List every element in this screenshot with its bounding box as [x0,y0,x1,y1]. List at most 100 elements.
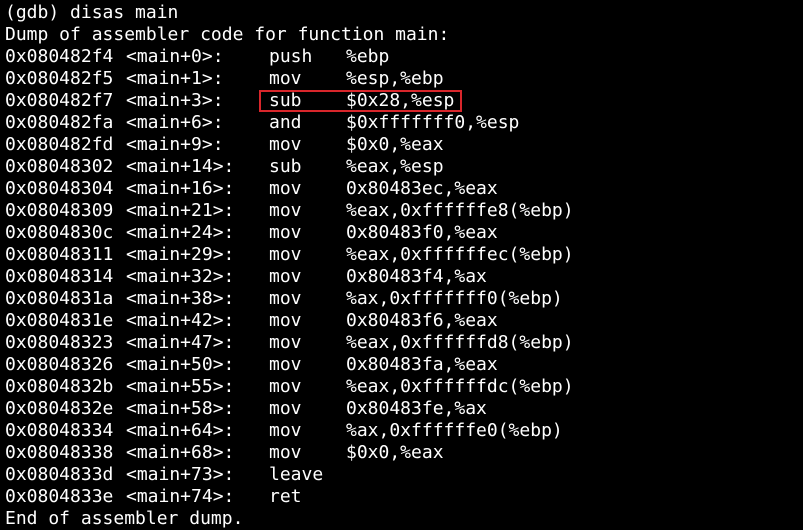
instruction-operands: $0xfffffff0,%esp [346,112,520,133]
instruction-operands: %eax,0xffffffdc(%ebp) [346,376,574,397]
instruction-operands: %ebp [346,46,390,67]
instruction-symbol: <main+21>: [126,200,235,221]
instruction-row: 0x08048302 <main+14>: sub %eax,%esp [5,156,795,178]
instruction-row: 0x08048309 <main+21>: mov %eax,0xffffffe8(%… [5,200,795,222]
instruction-row: 0x08048338 <main+68>: mov $0x0,%eax [5,442,795,464]
instruction-row: 0x080482f7 <main+3>: sub $0x28,%esp [5,90,795,112]
gdb-command-line: (gdb) disas main [5,2,179,23]
instruction-mnemonic: mov [269,288,302,309]
instruction-symbol: <main+16>: [126,178,235,199]
instruction-operands: 0x80483ec,%eax [346,178,498,199]
instruction-address: 0x0804832e [5,398,114,419]
instruction-operands: 0x80483f6,%eax [346,310,498,331]
instruction-row: 0x08048326 <main+50>: mov 0x80483fa,%eax [5,354,795,376]
instruction-address: 0x080482fd [5,134,114,155]
instruction-symbol: <main+29>: [126,244,235,265]
instruction-address: 0x080482f5 [5,68,114,89]
instruction-address: 0x0804833e [5,486,114,507]
instruction-mnemonic: mov [269,398,302,419]
instruction-address: 0x080482f7 [5,90,114,111]
instruction-row: 0x080482f4 <main+0>: push %ebp [5,46,795,68]
instruction-operands: %eax,0xffffffe8(%ebp) [346,200,574,221]
disassembly-footer: End of assembler dump. [5,508,244,529]
instruction-address: 0x080482fa [5,112,114,133]
instruction-row: 0x0804830c <main+24>: mov 0x80483f0,%eax [5,222,795,244]
instruction-address: 0x080482f4 [5,46,114,67]
instruction-symbol: <main+50>: [126,354,235,375]
instruction-row: 0x0804833d <main+73>: leave [5,464,795,486]
instruction-symbol: <main+32>: [126,266,235,287]
instruction-symbol: <main+58>: [126,398,235,419]
instruction-symbol: <main+0>: [126,46,224,67]
gdb-terminal[interactable]: (gdb) disas main Dump of assembler code … [0,0,803,530]
instruction-address: 0x0804831a [5,288,114,309]
instruction-address: 0x08048323 [5,332,114,353]
instruction-symbol: <main+9>: [126,134,224,155]
instruction-mnemonic: mov [269,420,302,441]
instruction-operands: $0x0,%eax [346,442,444,463]
instruction-mnemonic: and [269,112,302,133]
instruction-operands: %eax,0xffffffd8(%ebp) [346,332,574,353]
instruction-row: 0x080482fd <main+9>: mov $0x0,%eax [5,134,795,156]
instruction-symbol: <main+47>: [126,332,235,353]
instruction-row: 0x08048334 <main+64>: mov %ax,0xffffffe0(%e… [5,420,795,442]
instruction-operands: 0x80483f4,%ax [346,266,487,287]
instruction-mnemonic: mov [269,332,302,353]
instruction-mnemonic: mov [269,200,302,221]
instruction-symbol: <main+64>: [126,420,235,441]
instruction-row: 0x080482fa <main+6>: and $0xfffffff0,%esp [5,112,795,134]
instruction-row: 0x08048314 <main+32>: mov 0x80483f4,%ax [5,266,795,288]
instruction-symbol: <main+38>: [126,288,235,309]
instruction-operands: $0x28,%esp [346,90,455,111]
instruction-address: 0x08048314 [5,266,114,287]
instruction-address: 0x08048311 [5,244,114,265]
instruction-mnemonic: mov [269,244,302,265]
instruction-mnemonic: mov [269,266,302,287]
instruction-mnemonic: mov [269,68,302,89]
instruction-symbol: <main+14>: [126,156,235,177]
instruction-address: 0x0804833d [5,464,114,485]
disassembly-header: Dump of assembler code for function main… [5,24,450,45]
instruction-row: 0x0804832e <main+58>: mov 0x80483fe,%ax [5,398,795,420]
instruction-address: 0x08048309 [5,200,114,221]
instruction-operands: $0x0,%eax [346,134,444,155]
instruction-address: 0x08048304 [5,178,114,199]
instruction-mnemonic: mov [269,354,302,375]
instruction-mnemonic: mov [269,178,302,199]
instruction-symbol: <main+1>: [126,68,224,89]
instruction-mnemonic: mov [269,134,302,155]
instruction-row: 0x0804831e <main+42>: mov 0x80483f6,%eax [5,310,795,332]
instruction-address: 0x0804831e [5,310,114,331]
instruction-operands: 0x80483fe,%ax [346,398,487,419]
instruction-symbol: <main+24>: [126,222,235,243]
instruction-operands: %eax,%esp [346,156,444,177]
instruction-operands: %ax,0xfffffff0(%ebp) [346,288,563,309]
instruction-row: 0x08048304 <main+16>: mov 0x80483ec,%eax [5,178,795,200]
instruction-symbol: <main+6>: [126,112,224,133]
instruction-symbol: <main+68>: [126,442,235,463]
instruction-mnemonic: leave [269,464,324,485]
instruction-address: 0x08048326 [5,354,114,375]
instruction-address: 0x0804830c [5,222,114,243]
instruction-row: 0x08048311 <main+29>: mov %eax,0xffffffec(%… [5,244,795,266]
instruction-row: 0x0804832b <main+55>: mov %eax,0xffffffdc(%… [5,376,795,398]
instruction-row: 0x08048323 <main+47>: mov %eax,0xffffffd8(%… [5,332,795,354]
instruction-mnemonic: mov [269,222,302,243]
instruction-symbol: <main+42>: [126,310,235,331]
instruction-address: 0x08048338 [5,442,114,463]
instruction-symbol: <main+3>: [126,90,224,111]
instruction-mnemonic: sub [269,156,302,177]
instruction-mnemonic: mov [269,376,302,397]
instruction-operands: %ax,0xffffffe0(%ebp) [346,420,563,441]
instruction-mnemonic: sub [269,90,302,111]
instruction-mnemonic: ret [269,486,302,507]
instruction-mnemonic: mov [269,310,302,331]
instruction-symbol: <main+74>: [126,486,235,507]
instruction-mnemonic: mov [269,442,302,463]
instruction-address: 0x0804832b [5,376,114,397]
instruction-operands: 0x80483f0,%eax [346,222,498,243]
instruction-row: 0x0804833e <main+74>: ret [5,486,795,508]
instruction-address: 0x08048302 [5,156,114,177]
instruction-row: 0x0804831a <main+38>: mov %ax,0xfffffff0(%e… [5,288,795,310]
instruction-operands: %eax,0xffffffec(%ebp) [346,244,574,265]
